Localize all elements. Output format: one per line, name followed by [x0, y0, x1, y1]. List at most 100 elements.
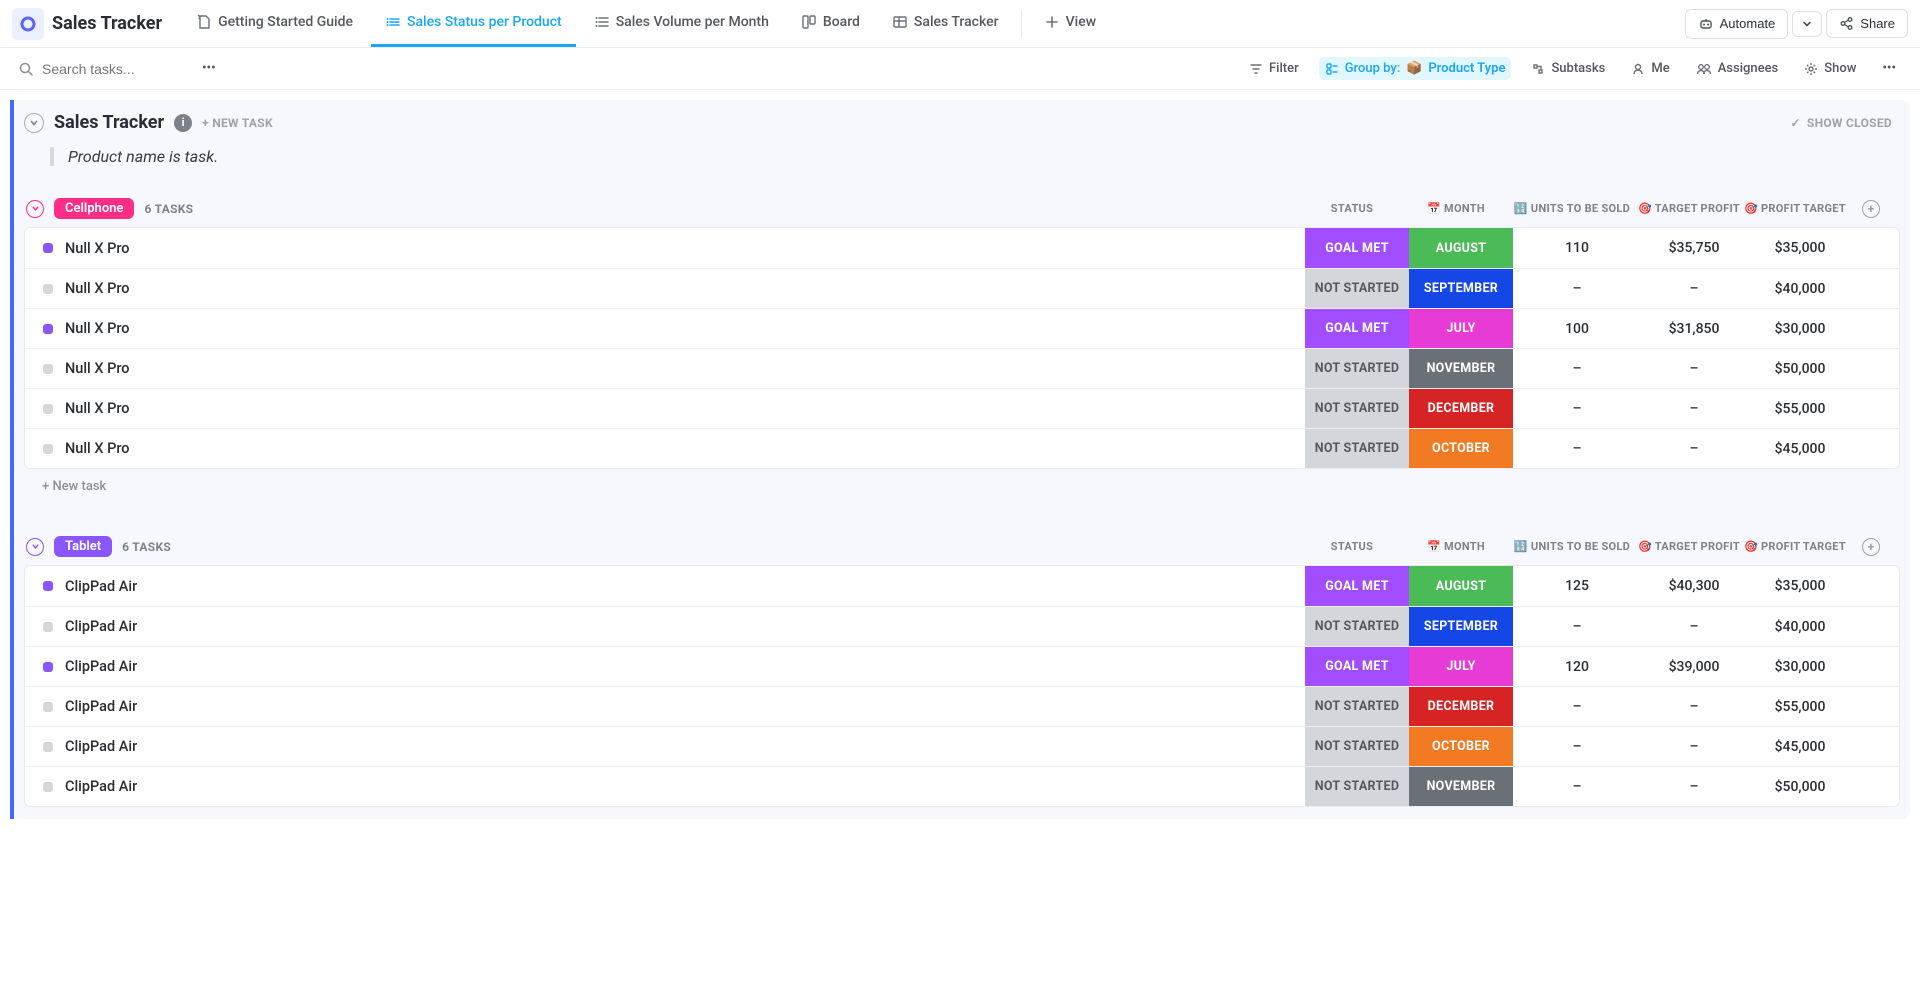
col-month[interactable]: 📅 MONTH: [1404, 540, 1508, 553]
target-profit-cell[interactable]: –: [1641, 269, 1747, 308]
table-row[interactable]: Null X Pro NOT STARTED NOVEMBER – – $50,…: [25, 348, 1899, 388]
target-profit-cell[interactable]: –: [1641, 349, 1747, 388]
table-row[interactable]: Null X Pro NOT STARTED DECEMBER – – $55,…: [25, 388, 1899, 428]
share-button[interactable]: Share: [1826, 9, 1908, 38]
task-name-cell[interactable]: ClipPad Air: [25, 566, 1305, 606]
table-row[interactable]: ClipPad Air GOAL MET AUGUST 125 $40,300 …: [25, 566, 1899, 606]
new-task-button[interactable]: + NEW TASK: [202, 116, 273, 130]
status-square-icon[interactable]: [43, 364, 53, 374]
group-pill[interactable]: Tablet: [54, 536, 112, 557]
table-row[interactable]: ClipPad Air GOAL MET JULY 120 $39,000 $3…: [25, 646, 1899, 686]
col-target-profit[interactable]: 🎯 TARGET PROFIT: [1636, 202, 1742, 215]
month-tag[interactable]: AUGUST: [1409, 228, 1513, 268]
assignees-button[interactable]: Assignees: [1690, 57, 1785, 80]
new-task-row[interactable]: + New task: [24, 469, 1900, 504]
status-tag[interactable]: NOT STARTED: [1305, 767, 1409, 806]
col-units[interactable]: 🔢 UNITS TO BE SOLD: [1508, 540, 1636, 553]
tab-add-view[interactable]: View: [1030, 1, 1111, 47]
units-cell[interactable]: –: [1513, 687, 1641, 726]
units-cell[interactable]: –: [1513, 389, 1641, 428]
month-tag[interactable]: JULY: [1409, 647, 1513, 686]
table-row[interactable]: ClipPad Air NOT STARTED DECEMBER – – $55…: [25, 686, 1899, 726]
month-tag[interactable]: NOVEMBER: [1409, 349, 1513, 388]
month-tag[interactable]: NOVEMBER: [1409, 767, 1513, 806]
units-cell[interactable]: –: [1513, 349, 1641, 388]
status-tag[interactable]: NOT STARTED: [1305, 607, 1409, 646]
status-square-icon[interactable]: [43, 324, 53, 334]
target-profit-cell[interactable]: $40,300: [1641, 566, 1747, 606]
units-cell[interactable]: –: [1513, 727, 1641, 766]
units-cell[interactable]: –: [1513, 429, 1641, 468]
task-name-cell[interactable]: Null X Pro: [25, 349, 1305, 388]
status-square-icon[interactable]: [43, 782, 53, 792]
col-profit-target[interactable]: 🎯 PROFIT TARGET: [1742, 540, 1848, 553]
table-row[interactable]: ClipPad Air NOT STARTED SEPTEMBER – – $4…: [25, 606, 1899, 646]
target-profit-cell[interactable]: –: [1641, 389, 1747, 428]
automate-button[interactable]: Automate: [1685, 9, 1789, 39]
month-tag[interactable]: JULY: [1409, 309, 1513, 348]
subtasks-button[interactable]: Subtasks: [1525, 57, 1611, 80]
status-square-icon[interactable]: [43, 702, 53, 712]
target-profit-cell[interactable]: $31,850: [1641, 309, 1747, 348]
filter-button[interactable]: Filter: [1243, 57, 1305, 80]
profit-target-cell[interactable]: $35,000: [1747, 566, 1853, 606]
info-icon[interactable]: i: [174, 114, 192, 132]
col-month[interactable]: 📅 MONTH: [1404, 202, 1508, 215]
status-square-icon[interactable]: [43, 622, 53, 632]
task-name-cell[interactable]: ClipPad Air: [25, 727, 1305, 766]
status-tag[interactable]: NOT STARTED: [1305, 429, 1409, 468]
group-pill[interactable]: Cellphone: [54, 198, 134, 219]
tab-sales-tracker[interactable]: Sales Tracker: [878, 1, 1013, 47]
month-tag[interactable]: DECEMBER: [1409, 389, 1513, 428]
group-collapse[interactable]: [26, 538, 44, 556]
table-row[interactable]: Null X Pro NOT STARTED SEPTEMBER – – $40…: [25, 268, 1899, 308]
status-tag[interactable]: GOAL MET: [1305, 309, 1409, 348]
profit-target-cell[interactable]: $45,000: [1747, 429, 1853, 468]
status-tag[interactable]: NOT STARTED: [1305, 269, 1409, 308]
target-profit-cell[interactable]: $39,000: [1641, 647, 1747, 686]
status-square-icon[interactable]: [43, 742, 53, 752]
month-tag[interactable]: OCTOBER: [1409, 727, 1513, 766]
status-tag[interactable]: GOAL MET: [1305, 647, 1409, 686]
search-input[interactable]: [42, 61, 182, 77]
col-units[interactable]: 🔢 UNITS TO BE SOLD: [1508, 202, 1636, 215]
status-square-icon[interactable]: [43, 662, 53, 672]
groupby-button[interactable]: Group by: 📦 Product Type: [1319, 57, 1512, 80]
table-row[interactable]: ClipPad Air NOT STARTED OCTOBER – – $45,…: [25, 726, 1899, 766]
group-collapse[interactable]: [26, 200, 44, 218]
profit-target-cell[interactable]: $40,000: [1747, 269, 1853, 308]
status-tag[interactable]: NOT STARTED: [1305, 349, 1409, 388]
profit-target-cell[interactable]: $55,000: [1747, 687, 1853, 726]
task-name-cell[interactable]: ClipPad Air: [25, 607, 1305, 646]
month-tag[interactable]: DECEMBER: [1409, 687, 1513, 726]
month-tag[interactable]: SEPTEMBER: [1409, 607, 1513, 646]
tab-sales-status[interactable]: Sales Status per Product: [371, 1, 576, 47]
status-tag[interactable]: GOAL MET: [1305, 566, 1409, 606]
status-tag[interactable]: NOT STARTED: [1305, 727, 1409, 766]
col-status[interactable]: STATUS: [1300, 540, 1404, 553]
task-name-cell[interactable]: ClipPad Air: [25, 647, 1305, 686]
collapse-toggle[interactable]: [24, 113, 44, 133]
more-button[interactable]: •••: [196, 57, 222, 80]
units-cell[interactable]: –: [1513, 269, 1641, 308]
col-target-profit[interactable]: 🎯 TARGET PROFIT: [1636, 540, 1742, 553]
units-cell[interactable]: 125: [1513, 566, 1641, 606]
units-cell[interactable]: –: [1513, 767, 1641, 806]
target-profit-cell[interactable]: $35,750: [1641, 228, 1747, 268]
automate-dropdown[interactable]: [1792, 11, 1822, 37]
profit-target-cell[interactable]: $30,000: [1747, 309, 1853, 348]
tab-board[interactable]: Board: [787, 1, 874, 47]
tab-getting-started[interactable]: Getting Started Guide: [182, 1, 367, 47]
tab-sales-volume[interactable]: Sales Volume per Month: [580, 1, 783, 47]
units-cell[interactable]: 110: [1513, 228, 1641, 268]
show-closed-button[interactable]: ✓ SHOW CLOSED: [1791, 116, 1892, 130]
table-row[interactable]: Null X Pro GOAL MET JULY 100 $31,850 $30…: [25, 308, 1899, 348]
profit-target-cell[interactable]: $35,000: [1747, 228, 1853, 268]
profit-target-cell[interactable]: $30,000: [1747, 647, 1853, 686]
profit-target-cell[interactable]: $55,000: [1747, 389, 1853, 428]
status-square-icon[interactable]: [43, 444, 53, 454]
month-tag[interactable]: AUGUST: [1409, 566, 1513, 606]
month-tag[interactable]: SEPTEMBER: [1409, 269, 1513, 308]
overflow-button[interactable]: •••: [1876, 57, 1902, 80]
task-name-cell[interactable]: ClipPad Air: [25, 687, 1305, 726]
